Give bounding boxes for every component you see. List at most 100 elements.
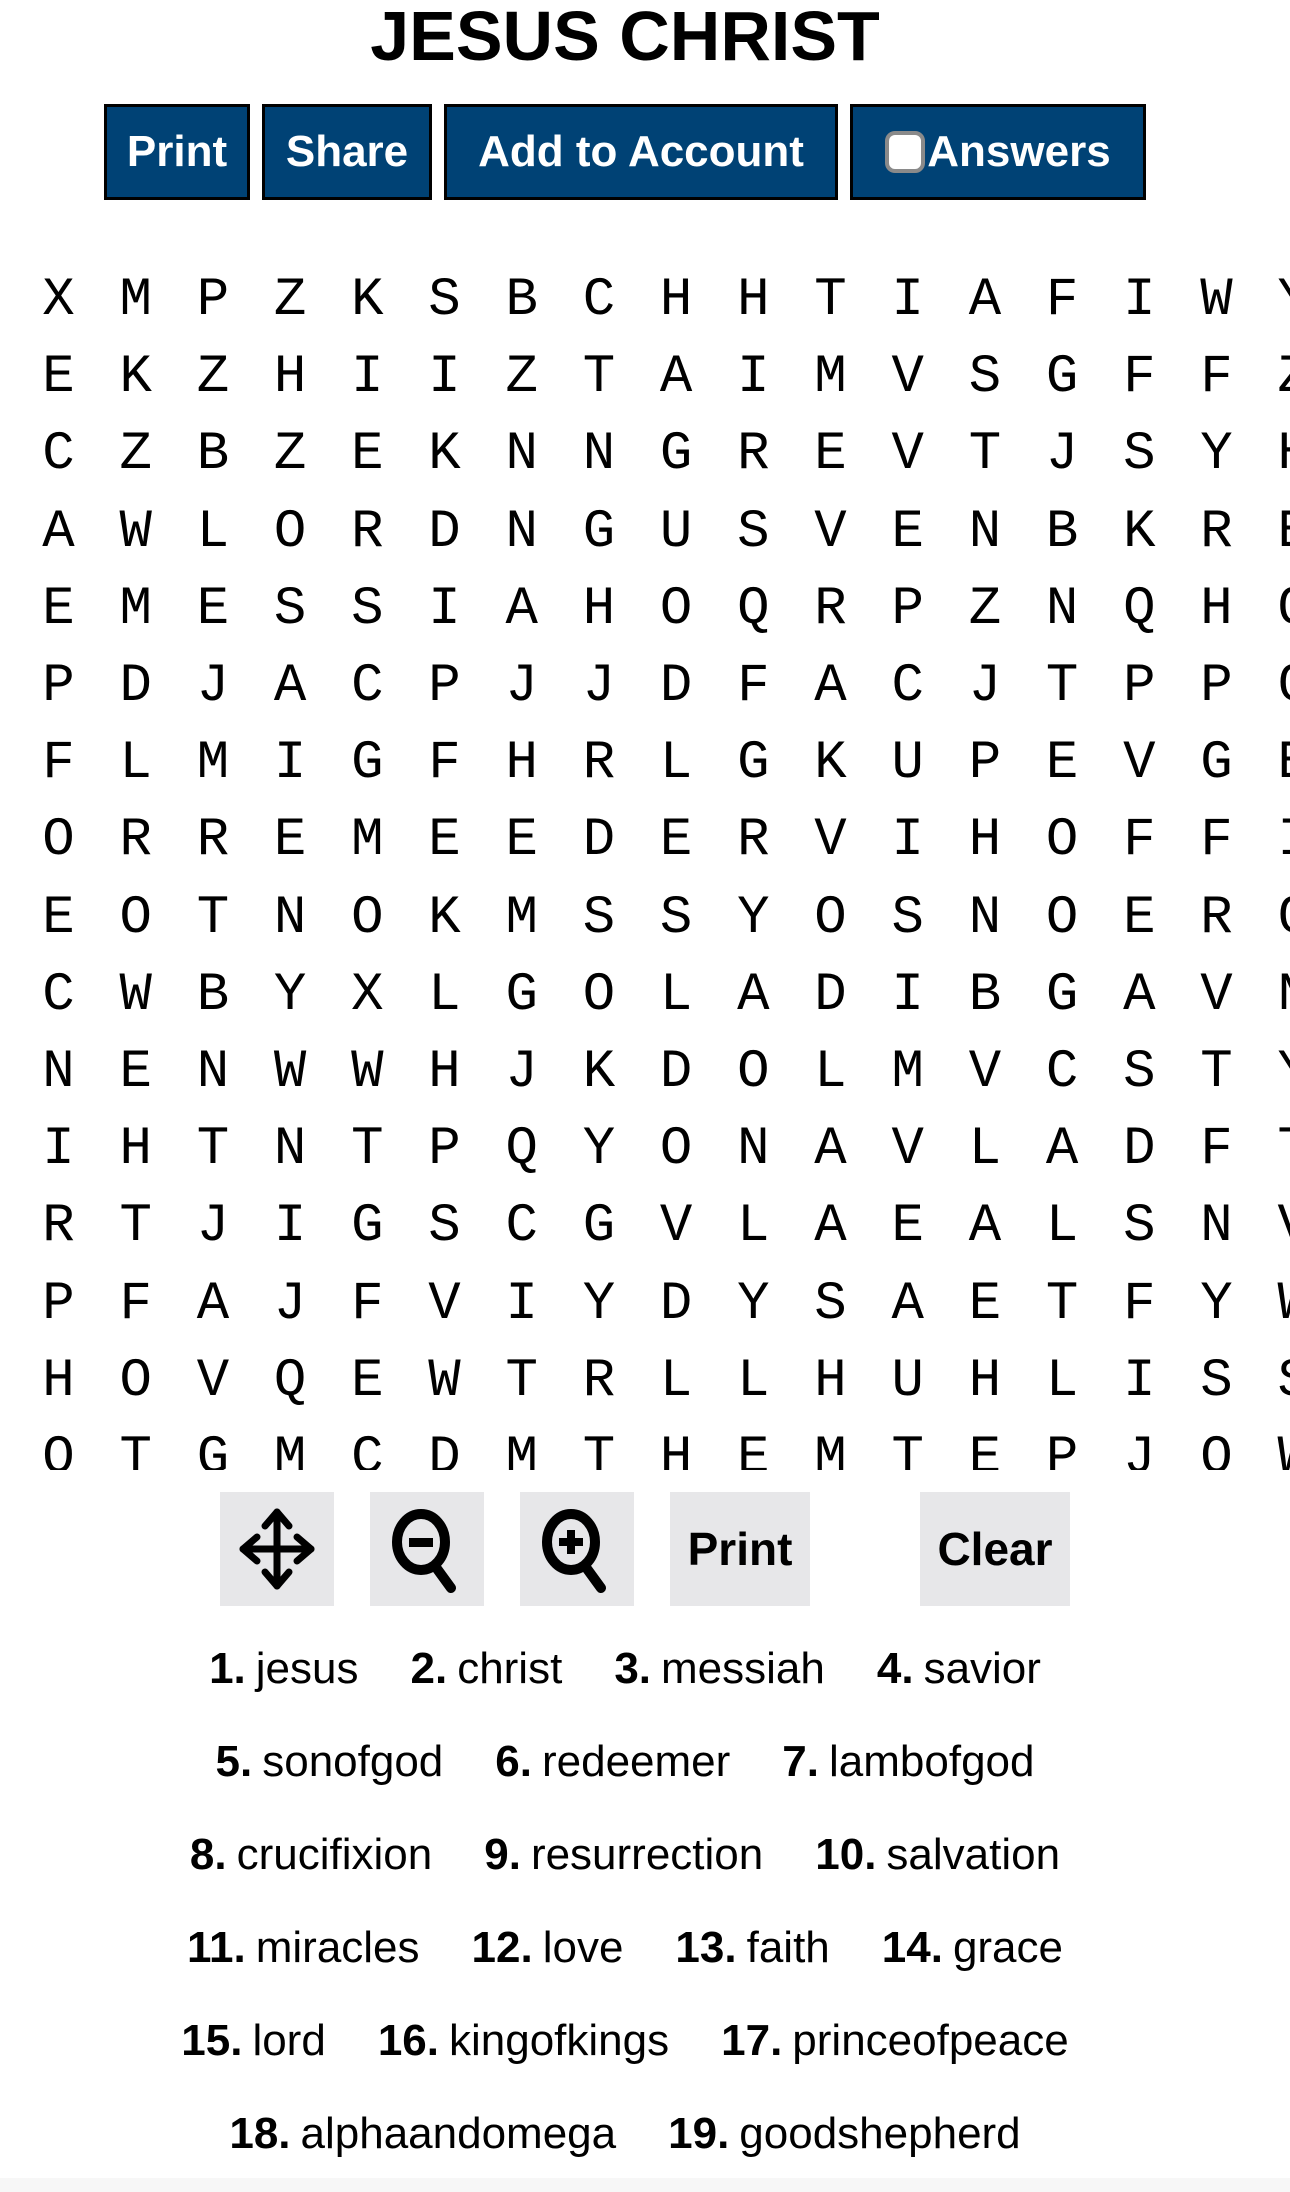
grid-cell[interactable]: S — [329, 571, 406, 648]
grid-cell[interactable]: G — [1024, 957, 1101, 1034]
grid-cell[interactable]: O — [20, 1420, 97, 1470]
grid-cell[interactable]: A — [792, 1188, 869, 1265]
grid-cell[interactable]: J — [560, 648, 637, 725]
grid-cell[interactable]: G — [483, 957, 560, 1034]
grid-cell[interactable]: R — [715, 416, 792, 493]
grid-cell[interactable]: P — [20, 648, 97, 725]
grid-cell[interactable]: Y — [1255, 262, 1290, 339]
grid-cell[interactable]: I — [406, 571, 483, 648]
grid-cell[interactable]: E — [174, 571, 251, 648]
grid-cell[interactable]: B — [1024, 494, 1101, 571]
grid-cell[interactable]: J — [174, 648, 251, 725]
grid-cell[interactable]: R — [792, 571, 869, 648]
grid-cell[interactable]: O — [329, 880, 406, 957]
grid-cell[interactable]: M — [792, 1420, 869, 1470]
grid-cell[interactable]: Y — [560, 1111, 637, 1188]
grid-cell[interactable]: H — [560, 571, 637, 648]
grid-cell[interactable]: E — [483, 802, 560, 879]
grid-cell[interactable]: R — [1178, 494, 1255, 571]
grid-cell[interactable]: C — [1255, 880, 1290, 957]
grid-cell[interactable]: A — [869, 1266, 946, 1343]
grid-cell[interactable]: Y — [1178, 1266, 1255, 1343]
grid-cell[interactable]: S — [792, 1266, 869, 1343]
grid-cell[interactable]: U — [869, 1343, 946, 1420]
grid-cell[interactable]: B — [946, 957, 1023, 1034]
grid-cell[interactable]: F — [329, 1266, 406, 1343]
grid-cell[interactable]: T — [329, 1111, 406, 1188]
grid-cell[interactable]: P — [869, 571, 946, 648]
grid-cell[interactable]: J — [946, 648, 1023, 725]
grid-cell[interactable]: A — [1101, 957, 1178, 1034]
grid-cell[interactable]: D — [406, 494, 483, 571]
add-to-account-button[interactable]: Add to Account — [444, 104, 838, 200]
grid-cell[interactable]: J — [252, 1266, 329, 1343]
grid-cell[interactable]: O — [97, 1343, 174, 1420]
grid-cell[interactable]: H — [97, 1111, 174, 1188]
grid-cell[interactable]: E — [638, 802, 715, 879]
grid-cell[interactable]: E — [869, 1188, 946, 1265]
grid-cell[interactable]: G — [1178, 725, 1255, 802]
grid-cell[interactable]: E — [1255, 494, 1290, 571]
grid-cell[interactable]: E — [20, 571, 97, 648]
grid-cell[interactable]: G — [560, 494, 637, 571]
grid-cell[interactable]: N — [560, 416, 637, 493]
grid-cell[interactable]: E — [252, 802, 329, 879]
grid-cell[interactable]: F — [1024, 262, 1101, 339]
grid-cell[interactable]: N — [946, 880, 1023, 957]
grid-cell[interactable]: H — [638, 262, 715, 339]
grid-cell[interactable]: I — [252, 725, 329, 802]
grid-cell[interactable]: T — [560, 1420, 637, 1470]
grid-cell[interactable]: V — [174, 1343, 251, 1420]
grid-cell[interactable]: I — [869, 262, 946, 339]
grid-cell[interactable]: V — [869, 416, 946, 493]
grid-cell[interactable]: K — [329, 262, 406, 339]
grid-cell[interactable]: V — [638, 1188, 715, 1265]
answers-checkbox[interactable] — [885, 131, 926, 173]
grid-cell[interactable]: M — [329, 802, 406, 879]
grid-cell[interactable]: A — [946, 262, 1023, 339]
grid-cell[interactable]: A — [946, 1188, 1023, 1265]
grid-cell[interactable]: F — [406, 725, 483, 802]
zoom-in-button[interactable] — [520, 1492, 634, 1606]
grid-cell[interactable]: S — [1255, 1343, 1290, 1420]
grid-cell[interactable]: O — [1024, 802, 1101, 879]
grid-cell[interactable]: N — [483, 494, 560, 571]
grid-cell[interactable]: O — [638, 571, 715, 648]
grid-cell[interactable]: I — [406, 339, 483, 416]
grid-cell[interactable]: Q — [483, 1111, 560, 1188]
grid-cell[interactable]: E — [1024, 725, 1101, 802]
grid-cell[interactable]: G — [638, 416, 715, 493]
grid-cell[interactable]: I — [1101, 1343, 1178, 1420]
grid-cell[interactable]: F — [1101, 1266, 1178, 1343]
grid-cell[interactable]: V — [869, 339, 946, 416]
grid-cell[interactable]: C — [1024, 1034, 1101, 1111]
grid-cell[interactable]: R — [560, 725, 637, 802]
grid-cell[interactable]: A — [715, 957, 792, 1034]
grid-cell[interactable]: D — [638, 648, 715, 725]
grid-cell[interactable]: T — [946, 416, 1023, 493]
grid-cell[interactable]: W — [1255, 1420, 1290, 1470]
grid-cell[interactable]: I — [20, 1111, 97, 1188]
letter-grid[interactable]: XMPZKSBCHHTIAFIWYEKZHIIZTAIMVSGFFZCZBZEK… — [0, 262, 1290, 1470]
grid-cell[interactable]: E — [406, 802, 483, 879]
grid-cell[interactable]: P — [946, 725, 1023, 802]
grid-cell[interactable]: T — [97, 1188, 174, 1265]
grid-cell[interactable]: Q — [252, 1343, 329, 1420]
grid-cell[interactable]: I — [483, 1266, 560, 1343]
grid-cell[interactable]: R — [560, 1343, 637, 1420]
grid-cell[interactable]: Z — [252, 416, 329, 493]
grid-cell[interactable]: T — [174, 880, 251, 957]
grid-cell[interactable]: R — [1178, 880, 1255, 957]
grid-cell[interactable]: G — [329, 1188, 406, 1265]
grid-cell[interactable]: T — [869, 1420, 946, 1470]
grid-cell[interactable]: O — [560, 957, 637, 1034]
grid-cell[interactable]: O — [638, 1111, 715, 1188]
grid-cell[interactable]: O — [1255, 571, 1290, 648]
grid-cell[interactable]: S — [1101, 1188, 1178, 1265]
grid-cell[interactable]: P — [406, 648, 483, 725]
grid-cell[interactable]: M — [483, 880, 560, 957]
grid-cell[interactable]: G — [174, 1420, 251, 1470]
grid-cell[interactable]: O — [97, 880, 174, 957]
grid-cell[interactable]: S — [1178, 1343, 1255, 1420]
grid-cell[interactable]: L — [638, 725, 715, 802]
